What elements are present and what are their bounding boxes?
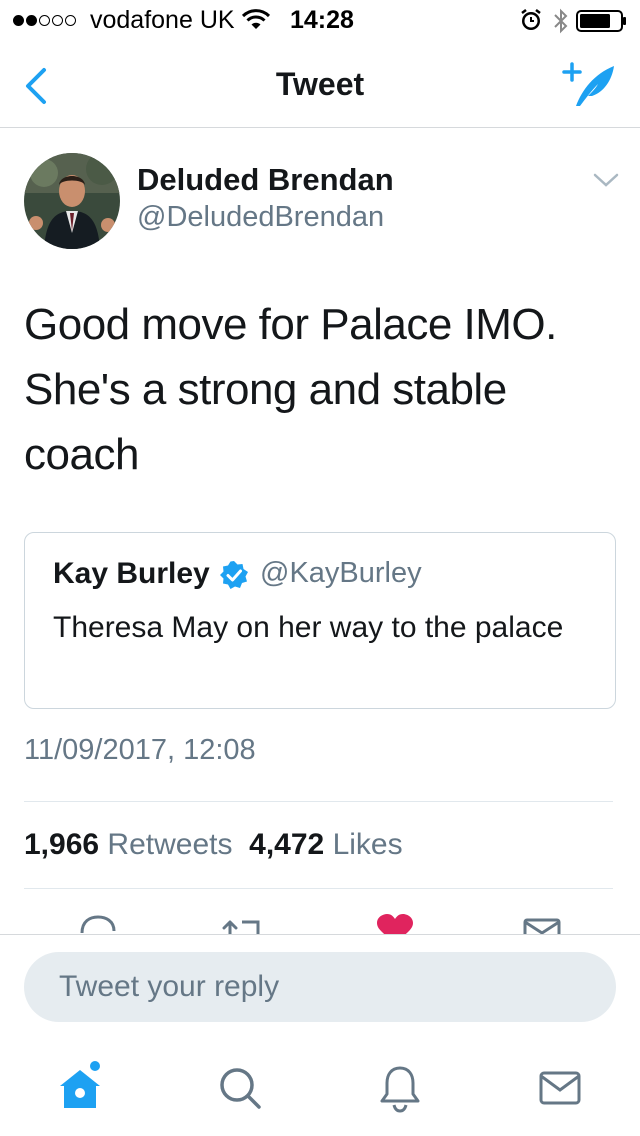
heart-icon[interactable]: [375, 913, 415, 936]
tweet-timestamp: 11/09/2017, 12:08: [24, 734, 256, 766]
likes-label: Likes: [332, 828, 403, 861]
divider: [24, 801, 613, 802]
alarm-icon: [521, 9, 541, 30]
compose-tweet-icon[interactable]: [562, 60, 618, 110]
verified-badge-icon: [220, 561, 248, 589]
tab-notifications[interactable]: [372, 1060, 428, 1116]
avatar[interactable]: [24, 153, 120, 249]
likes-stat[interactable]: 4,472 Likes: [249, 828, 402, 861]
retweet-icon[interactable]: [222, 913, 266, 936]
tweet-actions: [0, 910, 640, 936]
tab-bar: [0, 1050, 640, 1136]
chevron-down-icon[interactable]: [593, 172, 619, 188]
author-handle[interactable]: @DeludedBrendan: [137, 201, 384, 234]
retweets-label: Retweets: [107, 828, 233, 861]
bluetooth-icon: [554, 8, 568, 34]
divider: [24, 888, 613, 889]
bell-icon: [380, 1066, 420, 1113]
author-display-name[interactable]: Deluded Brendan: [137, 162, 394, 198]
tab-home[interactable]: [52, 1060, 108, 1116]
signal-strength-icon: [13, 15, 76, 26]
quoted-tweet-text: Theresa May on her way to the palace: [53, 611, 564, 644]
tweet-stats: 1,966 Retweets 4,472 Likes: [24, 828, 403, 862]
wifi-icon: [241, 9, 271, 29]
status-time: 14:28: [290, 6, 354, 34]
page-title: Tweet: [275, 66, 365, 102]
navigation-bar: Tweet: [0, 40, 640, 128]
search-icon: [220, 1068, 261, 1109]
envelope-icon[interactable]: [522, 913, 562, 936]
reply-icon[interactable]: [78, 913, 118, 936]
retweets-stat[interactable]: 1,966 Retweets: [24, 828, 232, 861]
tab-search[interactable]: [212, 1060, 268, 1116]
home-icon: [60, 1061, 100, 1108]
likes-count: 4,472: [249, 828, 325, 861]
quoted-author-handle: @KayBurley: [260, 557, 422, 589]
envelope-icon: [539, 1071, 581, 1105]
tweet-text: Good move for Palace IMO. She's a strong…: [24, 300, 557, 479]
quoted-tweet-card[interactable]: Kay Burley @KayBurley Theresa May on her…: [24, 532, 616, 709]
status-bar: vodafone UK 14:28: [0, 0, 640, 40]
carrier-name: vodafone UK: [90, 6, 235, 34]
retweets-count: 1,966: [24, 828, 100, 861]
tab-messages[interactable]: [532, 1060, 588, 1116]
battery-icon: [576, 10, 626, 32]
quoted-author-name: Kay Burley: [53, 557, 210, 590]
reply-input[interactable]: [24, 952, 616, 1022]
